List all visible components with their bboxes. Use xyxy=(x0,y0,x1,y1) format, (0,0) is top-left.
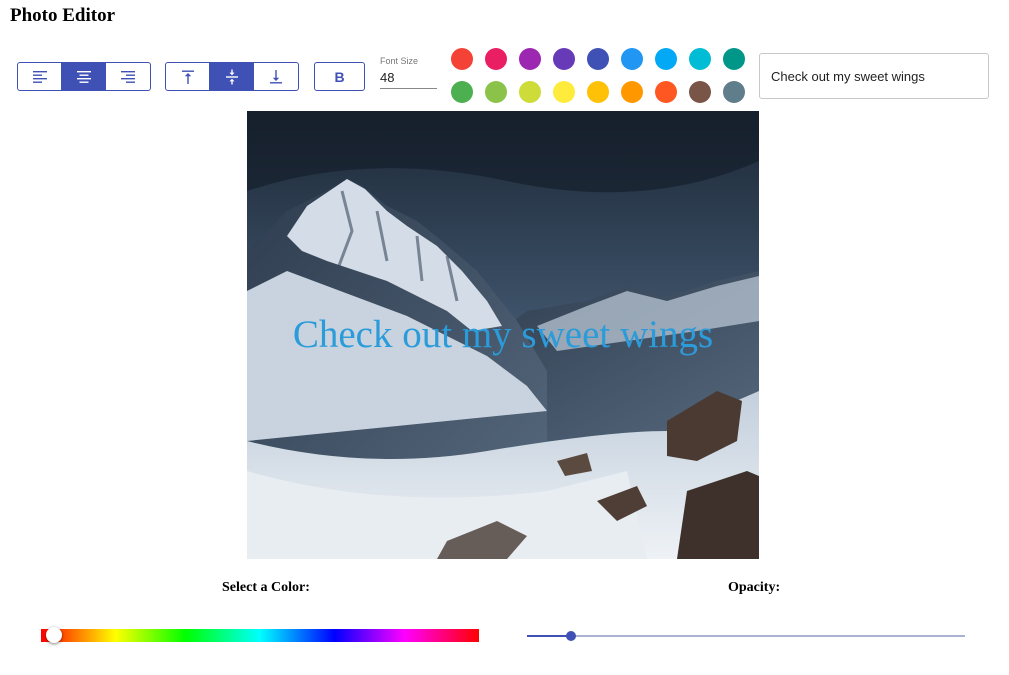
color-swatch[interactable] xyxy=(519,48,541,70)
font-size-label: Font Size xyxy=(380,56,419,66)
align-center-button[interactable] xyxy=(62,63,106,90)
color-swatch[interactable] xyxy=(451,48,473,70)
overlay-caption[interactable]: Check out my sweet wings xyxy=(247,312,759,357)
color-swatch[interactable] xyxy=(587,48,609,70)
opacity-slider-fill xyxy=(527,635,571,637)
align-top-button[interactable] xyxy=(166,63,210,90)
vertical-align-group xyxy=(165,62,299,91)
page-title: Photo Editor xyxy=(10,5,116,26)
color-swatch[interactable] xyxy=(655,48,677,70)
color-swatch[interactable] xyxy=(553,48,575,70)
color-swatch[interactable] xyxy=(519,81,541,103)
bold-button[interactable]: B xyxy=(314,62,365,91)
opacity-slider-thumb[interactable] xyxy=(565,631,576,641)
color-swatch[interactable] xyxy=(587,81,609,103)
photo-canvas[interactable]: Check out my sweet wings xyxy=(247,111,759,559)
align-left-button[interactable] xyxy=(18,63,62,90)
align-right-button[interactable] xyxy=(106,63,150,90)
align-center-icon xyxy=(76,70,91,83)
color-swatch[interactable] xyxy=(723,48,745,70)
opacity-slider-label: Opacity: xyxy=(728,580,781,595)
hue-slider-thumb[interactable] xyxy=(46,627,63,643)
horizontal-align-group xyxy=(17,62,151,91)
opacity-slider-track[interactable] xyxy=(527,635,965,637)
font-size-field[interactable]: Font Size 48 xyxy=(380,56,437,89)
align-bottom-icon xyxy=(270,69,282,83)
align-left-icon xyxy=(32,70,47,83)
align-top-icon xyxy=(181,70,194,84)
color-swatch[interactable] xyxy=(553,81,575,103)
align-right-icon xyxy=(121,70,135,83)
color-swatch[interactable] xyxy=(689,48,711,70)
color-swatch[interactable] xyxy=(485,48,507,70)
color-swatch[interactable] xyxy=(451,81,473,103)
color-swatch[interactable] xyxy=(621,81,643,103)
align-middle-button[interactable] xyxy=(210,63,254,90)
color-swatch[interactable] xyxy=(485,81,507,103)
color-swatch[interactable] xyxy=(689,81,711,103)
color-swatch[interactable] xyxy=(621,48,643,70)
align-middle-icon xyxy=(225,69,238,84)
caption-text-input[interactable] xyxy=(759,53,989,99)
color-swatch[interactable] xyxy=(723,81,745,103)
hue-slider-track[interactable] xyxy=(41,629,479,642)
font-size-input[interactable]: 48 xyxy=(380,70,437,89)
align-bottom-button[interactable] xyxy=(254,63,298,90)
color-swatch[interactable] xyxy=(655,81,677,103)
color-slider-label: Select a Color: xyxy=(222,580,310,595)
